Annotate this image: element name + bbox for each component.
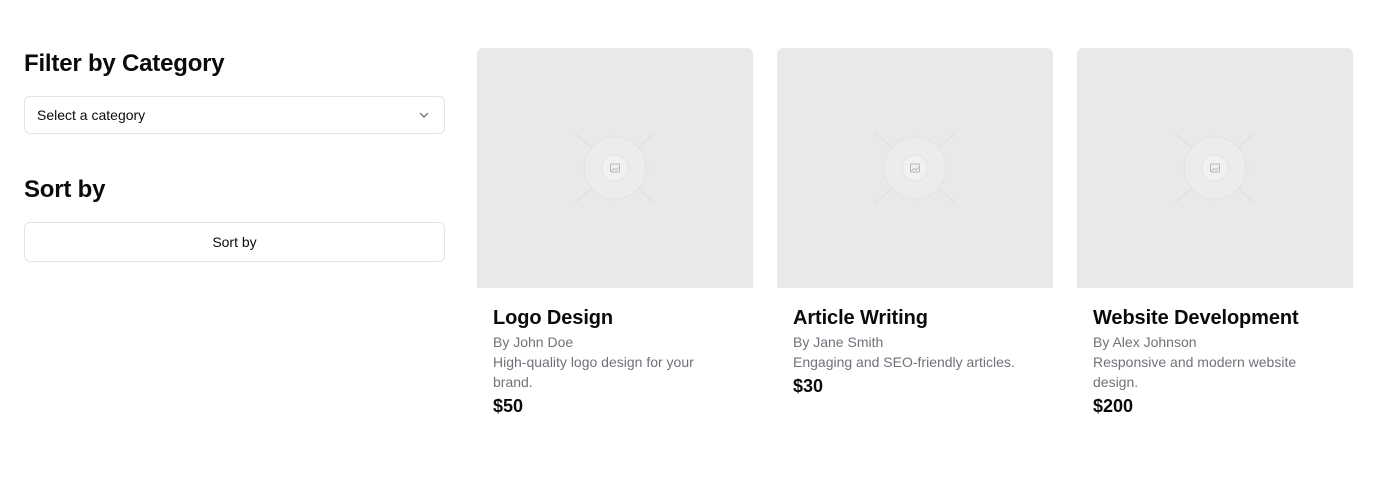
sidebar: Filter by Category Select a category Sor… <box>24 48 445 262</box>
card-price: $30 <box>793 376 824 396</box>
chevron-down-icon <box>416 107 432 123</box>
sort-button-label: Sort by <box>212 234 257 250</box>
sort-title: Sort by <box>24 176 106 203</box>
card-author: By Jane Smith <box>793 334 884 350</box>
filter-title: Filter by Category <box>24 50 225 77</box>
service-card[interactable]: Website Development By Alex Johnson Resp… <box>1077 48 1353 418</box>
card-description: High-quality logo design for your brand. <box>493 354 694 390</box>
category-select[interactable]: Select a category <box>24 96 445 134</box>
card-title: Website Development <box>1093 307 1299 329</box>
card-price: $200 <box>1093 396 1134 416</box>
card-title: Article Writing <box>793 307 928 329</box>
image-placeholder-icon <box>574 132 656 204</box>
service-card[interactable]: Logo Design By John Doe High-quality log… <box>477 48 753 418</box>
category-select-value: Select a category <box>37 107 146 123</box>
card-body: Website Development By Alex Johnson Resp… <box>1077 288 1353 418</box>
service-image <box>1077 48 1353 288</box>
card-body: Logo Design By John Doe High-quality log… <box>477 288 753 418</box>
image-placeholder-icon <box>1174 132 1256 204</box>
card-body: Article Writing By Jane Smith Engaging a… <box>777 288 1053 398</box>
page: Filter by Category Select a category Sor… <box>0 0 1376 484</box>
card-title: Logo Design <box>493 307 614 329</box>
card-price: $50 <box>493 396 524 416</box>
service-image <box>777 48 1053 288</box>
card-description: Engaging and SEO-friendly articles. <box>793 354 1015 370</box>
service-card[interactable]: Article Writing By Jane Smith Engaging a… <box>777 48 1053 418</box>
card-author: By Alex Johnson <box>1093 334 1197 350</box>
service-grid: Logo Design By John Doe High-quality log… <box>477 48 1353 418</box>
image-placeholder-icon <box>874 132 956 204</box>
card-description: Responsive and modern website design. <box>1093 354 1297 390</box>
service-image <box>477 48 753 288</box>
sort-button[interactable]: Sort by <box>24 222 445 262</box>
card-author: By John Doe <box>493 334 574 350</box>
